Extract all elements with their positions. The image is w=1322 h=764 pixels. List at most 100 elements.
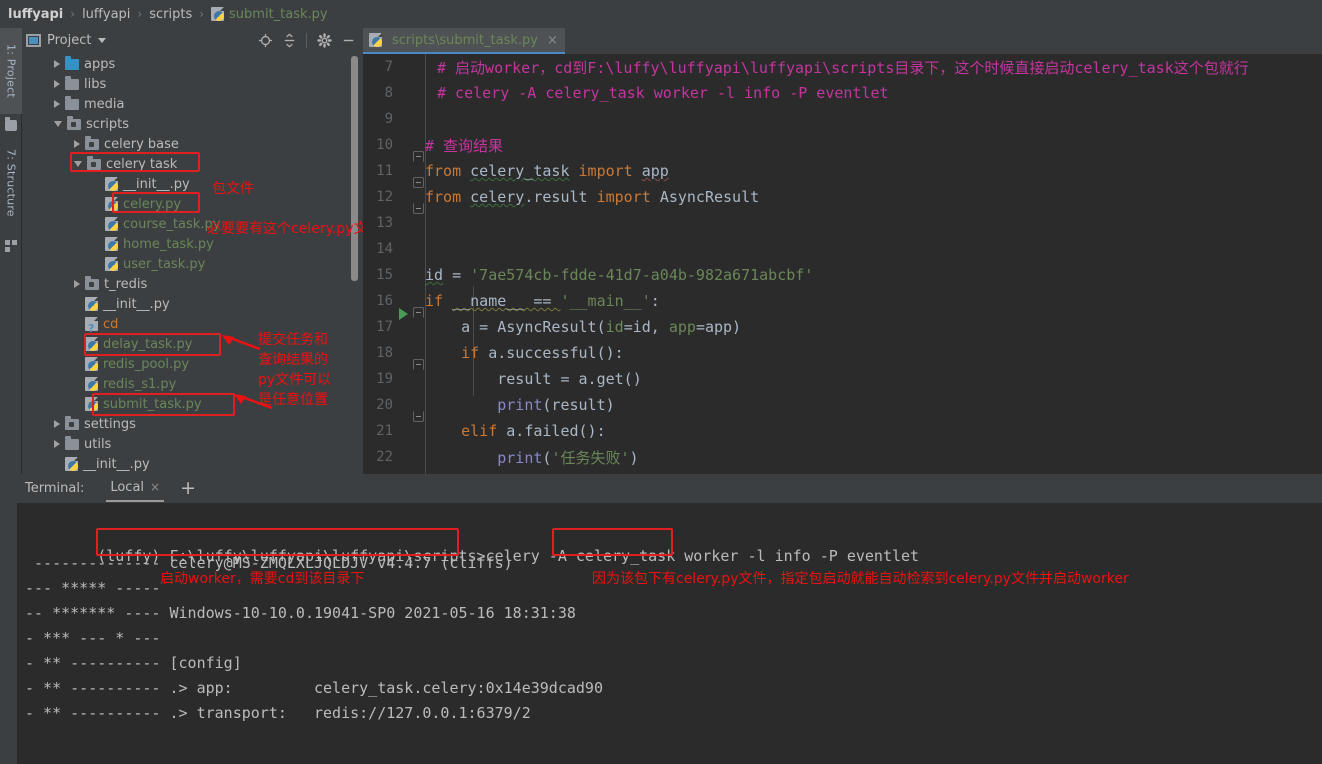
- tree-item-media[interactable]: media: [22, 94, 363, 114]
- breadcrumb-item-0[interactable]: luffyapi: [8, 7, 63, 22]
- chevron-down-icon[interactable]: [98, 38, 107, 43]
- tree-item-label: celery base: [104, 136, 179, 152]
- code-token: a.failed():: [506, 422, 606, 440]
- toolwindow-button-project[interactable]: 1: Project: [0, 28, 22, 114]
- tree-item-label: celery task: [106, 156, 178, 172]
- toolwindow-structure-label: 7: Structure: [4, 149, 18, 217]
- tree-item-user-task-py[interactable]: user_task.py: [22, 254, 363, 274]
- tree-item-apps[interactable]: apps: [22, 54, 363, 74]
- tree-item---init---py[interactable]: __init__.py: [22, 174, 363, 194]
- tree-item-delay-task-py[interactable]: delay_task.py: [22, 334, 363, 354]
- collapse-all-icon[interactable]: [278, 31, 300, 51]
- python-file-icon: [85, 357, 98, 371]
- tree-item-redis-pool-py[interactable]: redis_pool.py: [22, 354, 363, 374]
- code-token: from: [425, 188, 471, 206]
- code-token: =: [443, 266, 471, 284]
- chevron-right-icon[interactable]: [54, 60, 60, 68]
- code-editor[interactable]: 7 # 启动worker，cd到F:\luffy\luffyapi\luffyap…: [363, 54, 1322, 474]
- tree-item-redis-s1-py[interactable]: redis_s1.py: [22, 374, 363, 394]
- terminal-gutter: [0, 503, 17, 764]
- editor-tab-submit-task[interactable]: scripts\submit_task.py ×: [363, 28, 565, 54]
- tree-item-celery-task[interactable]: celery task: [22, 154, 363, 174]
- tree-item-submit-task-py[interactable]: submit_task.py: [22, 394, 363, 414]
- code-text: from celery.result import AsyncResult: [425, 188, 759, 206]
- terminal-output-line: -- ******* ---- Windows-10-10.0.19041-SP…: [25, 604, 576, 622]
- tree-item-libs[interactable]: libs: [22, 74, 363, 94]
- tree-item-scripts[interactable]: scripts: [22, 114, 363, 134]
- code-token: celery: [470, 188, 525, 206]
- code-token: celery_task: [470, 162, 570, 180]
- tree-item---init---py[interactable]: __init__.py: [22, 294, 363, 314]
- code-token: AsyncResult: [659, 188, 760, 206]
- breadcrumb-item-1[interactable]: luffyapi: [82, 7, 130, 22]
- tree-item-settings[interactable]: settings: [22, 414, 363, 434]
- project-tree-scrollbar[interactable]: [351, 56, 358, 281]
- tree-item-label: redis_s1.py: [103, 376, 177, 392]
- code-token: from: [425, 162, 471, 180]
- tree-item---init---py[interactable]: __init__.py: [22, 454, 363, 474]
- tree-item-cd[interactable]: cd: [22, 314, 363, 334]
- terminal-content[interactable]: (luffy) F:\luffy\luffyapi\luffyapi\scrip…: [17, 503, 1322, 764]
- chevron-right-icon[interactable]: [54, 420, 60, 428]
- tree-item-t-redis[interactable]: t_redis: [22, 274, 363, 294]
- terminal-panel[interactable]: (luffy) F:\luffy\luffyapi\luffyapi\scrip…: [0, 503, 1322, 764]
- terminal-output-line: - ** ---------- [config]: [25, 654, 242, 672]
- line-number: 7: [384, 59, 393, 75]
- toolbar-divider: [306, 33, 307, 48]
- tree-item-utils[interactable]: utils: [22, 434, 363, 454]
- unknown-file-icon: [85, 317, 98, 334]
- code-text: # 启动worker，cd到F:\luffy\luffyapi\luffyapi…: [425, 57, 1249, 78]
- tree-item-home-task-py[interactable]: home_task.py: [22, 234, 363, 254]
- terminal-tab-local[interactable]: Local ×: [106, 476, 165, 502]
- breadcrumb-item-2[interactable]: scripts: [149, 7, 192, 22]
- code-line-19: 19 result = a.get(): [363, 366, 1322, 392]
- tree-item-label: __init__.py: [123, 176, 190, 192]
- chevron-right-icon[interactable]: [54, 100, 60, 108]
- code-token: result = a.get(): [425, 370, 642, 388]
- chevron-down-icon[interactable]: [74, 161, 82, 167]
- code-token: (result): [542, 396, 615, 414]
- tree-item-label: media: [84, 96, 125, 112]
- add-terminal-tab-button[interactable]: +: [180, 479, 196, 498]
- locate-icon[interactable]: [254, 31, 276, 51]
- code-text: elif a.failed():: [425, 422, 606, 440]
- chevron-right-icon[interactable]: [54, 440, 60, 448]
- terminal-label: Terminal:: [25, 481, 85, 496]
- toolwindow-button-structure[interactable]: 7: Structure: [0, 133, 22, 233]
- code-line-18: 18 if a.successful():: [363, 340, 1322, 370]
- python-file-icon: [85, 397, 98, 411]
- tree-item-label: redis_pool.py: [103, 356, 190, 372]
- editor-area: scripts\submit_task.py × 7 # 启动worker，cd到…: [363, 28, 1322, 474]
- project-tree[interactable]: apps libs media scripts celery base celery ta…: [22, 53, 363, 474]
- python-file-icon: [105, 257, 118, 271]
- close-icon[interactable]: ×: [547, 33, 558, 48]
- folder-icon: [65, 436, 79, 450]
- chevron-right-icon[interactable]: [74, 140, 80, 148]
- tree-item-course-task-py[interactable]: course_task.py: [22, 214, 363, 234]
- line-number: 10: [376, 137, 393, 153]
- code-token: # 查询结果: [425, 136, 504, 155]
- structure-icon: [5, 240, 17, 252]
- left-tool-strip: 1: Project 7: Structure: [0, 28, 22, 474]
- chevron-right-icon[interactable]: [74, 280, 80, 288]
- folder-icon: [65, 76, 79, 90]
- tree-item-label: apps: [84, 56, 116, 72]
- code-text: print(result): [425, 396, 615, 414]
- breadcrumb-separator: ›: [137, 7, 143, 21]
- close-icon[interactable]: ×: [150, 480, 160, 494]
- code-token: a.successful():: [488, 344, 624, 362]
- chevron-right-icon[interactable]: [54, 80, 60, 88]
- code-text: result = a.get(): [425, 370, 642, 388]
- hide-icon[interactable]: [337, 31, 359, 51]
- breadcrumb-file[interactable]: submit_task.py: [229, 7, 328, 22]
- gear-icon[interactable]: [313, 31, 335, 51]
- tree-item-label: libs: [84, 76, 107, 92]
- code-token: # 启动worker，cd到F:\luffy\luffyapi\luffyapi…: [437, 58, 1249, 77]
- terminal-command-post: worker -l info -P eventlet: [675, 547, 920, 565]
- chevron-down-icon[interactable]: [54, 121, 62, 127]
- breadcrumb-separator: ›: [199, 7, 205, 21]
- code-line-10: 10 # 查询结果: [363, 132, 1322, 162]
- tree-item-celery-py[interactable]: celery.py: [22, 194, 363, 214]
- tree-item-celery-base[interactable]: celery base: [22, 134, 363, 154]
